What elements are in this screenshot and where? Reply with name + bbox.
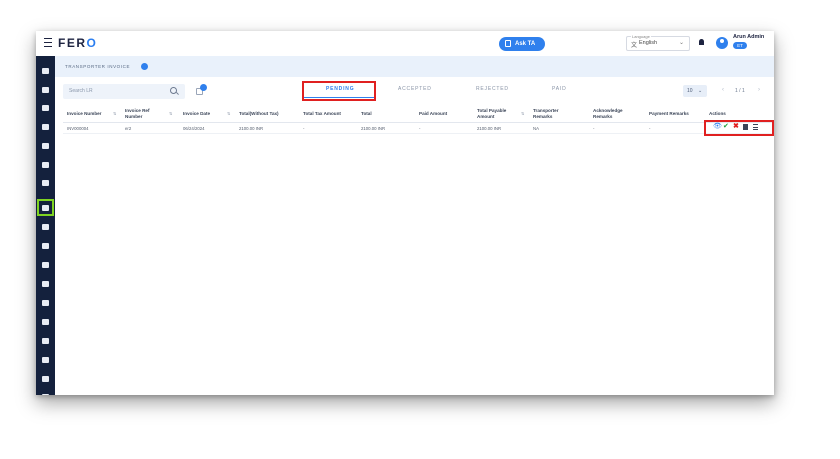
- tab-rejected[interactable]: REJECTED: [476, 86, 509, 92]
- column-header[interactable]: Transporter Remarks: [533, 105, 577, 122]
- invoice-icon[interactable]: [42, 205, 49, 211]
- language-select[interactable]: Language 文 English ⌄: [626, 34, 690, 51]
- cell-invoice-number[interactable]: INV000004: [67, 126, 89, 131]
- receipt-icon[interactable]: [42, 224, 49, 230]
- cell-total-tax: -: [303, 126, 305, 131]
- fleet-icon[interactable]: [42, 262, 49, 268]
- cell-total: 2100.00 INR: [361, 126, 386, 131]
- cell-paid-amount: -: [419, 126, 421, 131]
- shipment-icon[interactable]: [42, 124, 49, 130]
- next-page-icon[interactable]: ›: [758, 87, 760, 93]
- search-placeholder: Search LR: [69, 88, 93, 94]
- column-header[interactable]: Invoice Ref Number: [125, 105, 165, 122]
- sort-icon[interactable]: ⇅: [227, 111, 230, 116]
- actions-highlight: [704, 120, 774, 136]
- chevron-down-icon: ⌄: [678, 40, 684, 46]
- column-header[interactable]: Acknowledge Remarks: [593, 105, 639, 122]
- users-icon[interactable]: [42, 319, 49, 325]
- map-icon[interactable]: [42, 180, 49, 186]
- user-name: Arun Admin: [733, 34, 765, 40]
- chart-icon[interactable]: [42, 338, 49, 344]
- breadcrumb: TRANSPORTER INVOICE: [65, 64, 131, 69]
- column-header[interactable]: Paid Amount: [419, 105, 459, 122]
- sort-icon[interactable]: ⇅: [521, 111, 524, 116]
- app-logo[interactable]: FERO: [58, 36, 97, 50]
- table-header: Invoice Number ⇅ Invoice Ref Number ⇅ In…: [63, 105, 773, 123]
- avatar[interactable]: [716, 37, 728, 49]
- cell-payment-remarks: -: [649, 126, 651, 131]
- tab-accepted[interactable]: ACCEPTED: [398, 86, 432, 92]
- sidebar: [36, 56, 55, 395]
- cell-total-payable: 2100.00 INR: [477, 126, 502, 131]
- column-header[interactable]: Total: [361, 105, 401, 122]
- cell-acknowledge-remarks: -: [593, 126, 595, 131]
- sort-icon[interactable]: ⇅: [113, 111, 116, 116]
- ask-ta-label: Ask TA: [515, 41, 536, 47]
- book-icon[interactable]: [42, 376, 49, 382]
- search-input[interactable]: Search LR: [63, 84, 185, 99]
- column-header[interactable]: Invoice Number: [67, 105, 111, 122]
- grid-icon[interactable]: [42, 105, 49, 111]
- cell-total-without-tax: 2100.00 INR: [239, 126, 264, 131]
- hamburger-icon[interactable]: [44, 38, 52, 47]
- column-header[interactable]: Payment Remarks: [649, 105, 701, 122]
- top-bar: FERO Ask TA Language 文 English ⌄ Arun Ad…: [36, 31, 774, 57]
- chat-icon: [505, 40, 511, 47]
- bell-icon[interactable]: [699, 39, 704, 45]
- sort-icon[interactable]: ⇅: [169, 111, 172, 116]
- report-icon[interactable]: [42, 243, 49, 249]
- page-size-value: 10: [687, 88, 693, 94]
- app-window: FERO Ask TA Language 文 English ⌄ Arun Ad…: [36, 31, 774, 395]
- building-icon[interactable]: [42, 300, 49, 306]
- page-size-select[interactable]: 10 ⌄: [683, 85, 707, 97]
- settings-icon[interactable]: [42, 357, 49, 363]
- ask-ta-button[interactable]: Ask TA: [499, 37, 545, 51]
- cell-invoice-ref: er2: [125, 126, 132, 131]
- dashboard-icon[interactable]: [42, 68, 49, 74]
- cell-transporter-remarks: NA: [533, 126, 539, 131]
- table-row[interactable]: INV000004 er2 06/24/2024 2100.00 INR - 2…: [63, 123, 773, 134]
- chevron-down-icon: ⌄: [698, 88, 703, 94]
- user-role-badge: ET: [733, 42, 747, 49]
- search-icon[interactable]: [170, 87, 177, 94]
- page-header-band: TRANSPORTER INVOICE: [55, 56, 774, 77]
- logout-icon[interactable]: [42, 394, 49, 395]
- vehicle-icon[interactable]: [42, 143, 49, 149]
- column-header[interactable]: Invoice Date: [183, 105, 223, 122]
- language-caption: Language: [631, 34, 651, 39]
- info-icon[interactable]: [141, 63, 148, 70]
- column-header[interactable]: Total(Without Tax): [239, 105, 297, 122]
- page-indicator: 1 / 1: [735, 88, 745, 94]
- language-value: English: [639, 40, 658, 46]
- column-header[interactable]: Total Tax Amount: [303, 105, 353, 122]
- location-icon[interactable]: [42, 281, 49, 287]
- layers-icon[interactable]: [42, 162, 49, 168]
- cell-invoice-date: 06/24/2024: [183, 126, 205, 131]
- pending-tab-highlight: [302, 81, 376, 101]
- translate-icon: 文: [631, 43, 638, 49]
- column-header[interactable]: Total Payable Amount: [477, 105, 517, 122]
- truck-icon[interactable]: [42, 87, 49, 93]
- filter-badge: [200, 84, 207, 91]
- prev-page-icon[interactable]: ‹: [722, 87, 724, 93]
- tab-paid[interactable]: PAID: [552, 86, 567, 92]
